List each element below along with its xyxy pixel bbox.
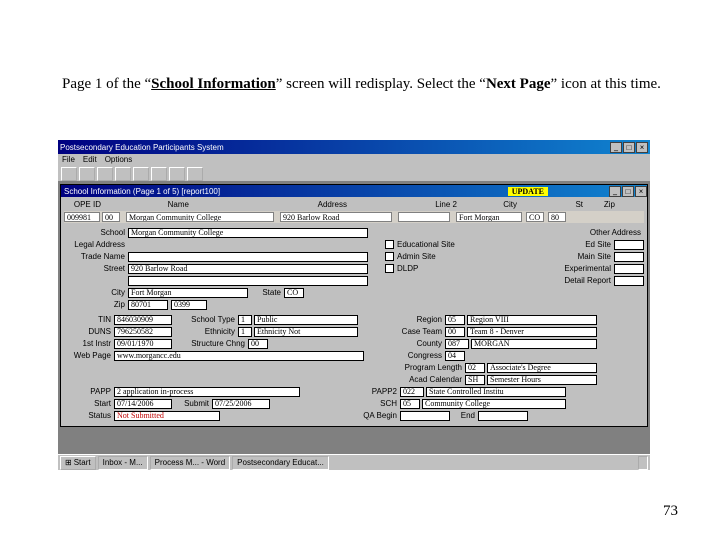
start-date-input[interactable]: 07/14/2006 [114, 399, 172, 409]
name-field[interactable]: Morgan Community College [126, 212, 274, 222]
acadcal-code[interactable]: SH [465, 375, 485, 385]
papp-input[interactable]: 2 application in-process [114, 387, 300, 397]
close-button[interactable]: × [636, 142, 648, 153]
menu-bar: File Edit Options [58, 154, 650, 166]
street-input[interactable]: 920 Barlow Road [128, 264, 368, 274]
acadcal-text[interactable]: Semester Hours [487, 375, 597, 385]
ope-suffix-field[interactable]: 00 [102, 212, 120, 222]
outer-title: Postsecondary Education Participants Sys… [60, 143, 224, 152]
hdr-line2: Line 2 [426, 200, 460, 209]
toolbar-button[interactable] [187, 167, 203, 181]
school-type-text[interactable]: Public [254, 315, 358, 325]
maximize-button[interactable]: □ [623, 142, 635, 153]
toolbar-button[interactable] [61, 167, 77, 181]
papp2-text[interactable]: State Controlled Institu [426, 387, 566, 397]
start-button[interactable]: ⊞Start [60, 456, 96, 470]
county-text[interactable]: MORGAN [471, 339, 597, 349]
status-input[interactable]: Not Submitted [114, 411, 220, 421]
sch-code[interactable]: 05 [400, 399, 420, 409]
menu-options[interactable]: Options [105, 155, 133, 165]
hdr-st: St [572, 200, 586, 209]
next-page-button[interactable] [169, 167, 185, 181]
toolbar [58, 166, 650, 182]
outer-titlebar: Postsecondary Education Participants Sys… [58, 140, 650, 154]
inner-titlebar: School Information (Page 1 of 5) [report… [61, 185, 647, 197]
zip-field[interactable]: 80 [548, 212, 566, 222]
dldp-checkbox[interactable] [385, 264, 394, 273]
webpage-input[interactable]: www.morgancc.edu [114, 351, 364, 361]
qa-begin-input[interactable] [400, 411, 450, 421]
instruction-text: Page 1 of the “School Information” scree… [62, 74, 662, 94]
inner-title: School Information (Page 1 of 5) [report… [61, 187, 220, 196]
city-field[interactable]: Fort Morgan [456, 212, 522, 222]
toolbar-button[interactable] [79, 167, 95, 181]
region-text[interactable]: Region VIII [467, 315, 597, 325]
state-input[interactable]: CO [284, 288, 304, 298]
hdr-zip: Zip [600, 200, 618, 209]
hdr-ope: OPE ID [64, 200, 104, 209]
ope-id-field[interactable]: 009981 [64, 212, 100, 222]
menu-edit[interactable]: Edit [83, 155, 97, 165]
first-instr-input[interactable]: 09/01/1970 [114, 339, 172, 349]
toolbar-button[interactable] [133, 167, 149, 181]
trade-name-input[interactable] [128, 252, 368, 262]
menu-file[interactable]: File [62, 155, 75, 165]
line2-field[interactable] [398, 212, 450, 222]
page-number: 73 [663, 503, 678, 520]
city-input[interactable]: Fort Morgan [128, 288, 248, 298]
county-code[interactable]: 087 [445, 339, 469, 349]
qa-end-input[interactable] [478, 411, 528, 421]
inner-window: School Information (Page 1 of 5) [report… [60, 184, 648, 427]
inner-min-button[interactable]: _ [609, 186, 621, 197]
tin-input[interactable]: 846030909 [114, 315, 172, 325]
task-button[interactable]: Inbox - M... [98, 456, 148, 470]
caseteam-code[interactable]: 00 [445, 327, 465, 337]
form-body: OPE ID Name Address Line 2 City St Zip 0… [61, 197, 647, 426]
proglen-code[interactable]: 02 [465, 363, 485, 373]
papp2-code[interactable]: 022 [400, 387, 424, 397]
school-type-code[interactable]: 1 [238, 315, 252, 325]
main-site-input[interactable] [614, 252, 644, 262]
taskbar: ⊞Start Inbox - M... Process M... - Word … [58, 454, 650, 470]
toolbar-button[interactable] [115, 167, 131, 181]
task-button[interactable]: Process M... - Word [150, 456, 231, 470]
ethnicity-code[interactable]: 1 [238, 327, 252, 337]
toolbar-button[interactable] [97, 167, 113, 181]
congress-input[interactable]: 04 [445, 351, 465, 361]
ethnicity-text[interactable]: Ethnicity Not [254, 327, 358, 337]
task-button-active[interactable]: Postsecondary Educat... [232, 456, 329, 470]
caseteam-text[interactable]: Team 8 - Denver [467, 327, 597, 337]
experimental-input[interactable] [614, 264, 644, 274]
detail-report-input[interactable] [614, 276, 644, 286]
proglen-text[interactable]: Associate's Degree [487, 363, 597, 373]
submit-date-input[interactable]: 07/25/2006 [212, 399, 270, 409]
school-input[interactable]: Morgan Community College [128, 228, 368, 238]
state-field[interactable]: CO [526, 212, 544, 222]
region-code[interactable]: 05 [445, 315, 465, 325]
app-screenshot: Postsecondary Education Participants Sys… [58, 140, 650, 470]
zip2-input[interactable]: 0399 [171, 300, 207, 310]
address-field[interactable]: 920 Barlow Road [280, 212, 392, 222]
sch-text[interactable]: Community College [422, 399, 566, 409]
toolbar-button[interactable] [151, 167, 167, 181]
struct-chng-input[interactable]: 00 [248, 339, 268, 349]
inner-close-button[interactable]: × [635, 186, 647, 197]
mode-flag: UPDATE [508, 187, 548, 196]
street2-input[interactable] [128, 276, 368, 286]
zip1-input[interactable]: 80701 [128, 300, 168, 310]
inner-max-button[interactable]: □ [622, 186, 634, 197]
admin-site-checkbox[interactable] [385, 252, 394, 261]
minimize-button[interactable]: _ [610, 142, 622, 153]
system-tray[interactable] [638, 456, 648, 470]
hdr-city: City [496, 200, 520, 209]
edu-site-checkbox[interactable] [385, 240, 394, 249]
hdr-addr: Address [310, 200, 350, 209]
windows-icon: ⊞ [65, 458, 72, 467]
edsite-input[interactable] [614, 240, 644, 250]
duns-input[interactable]: 796250582 [114, 327, 172, 337]
hdr-name: Name [162, 200, 192, 209]
